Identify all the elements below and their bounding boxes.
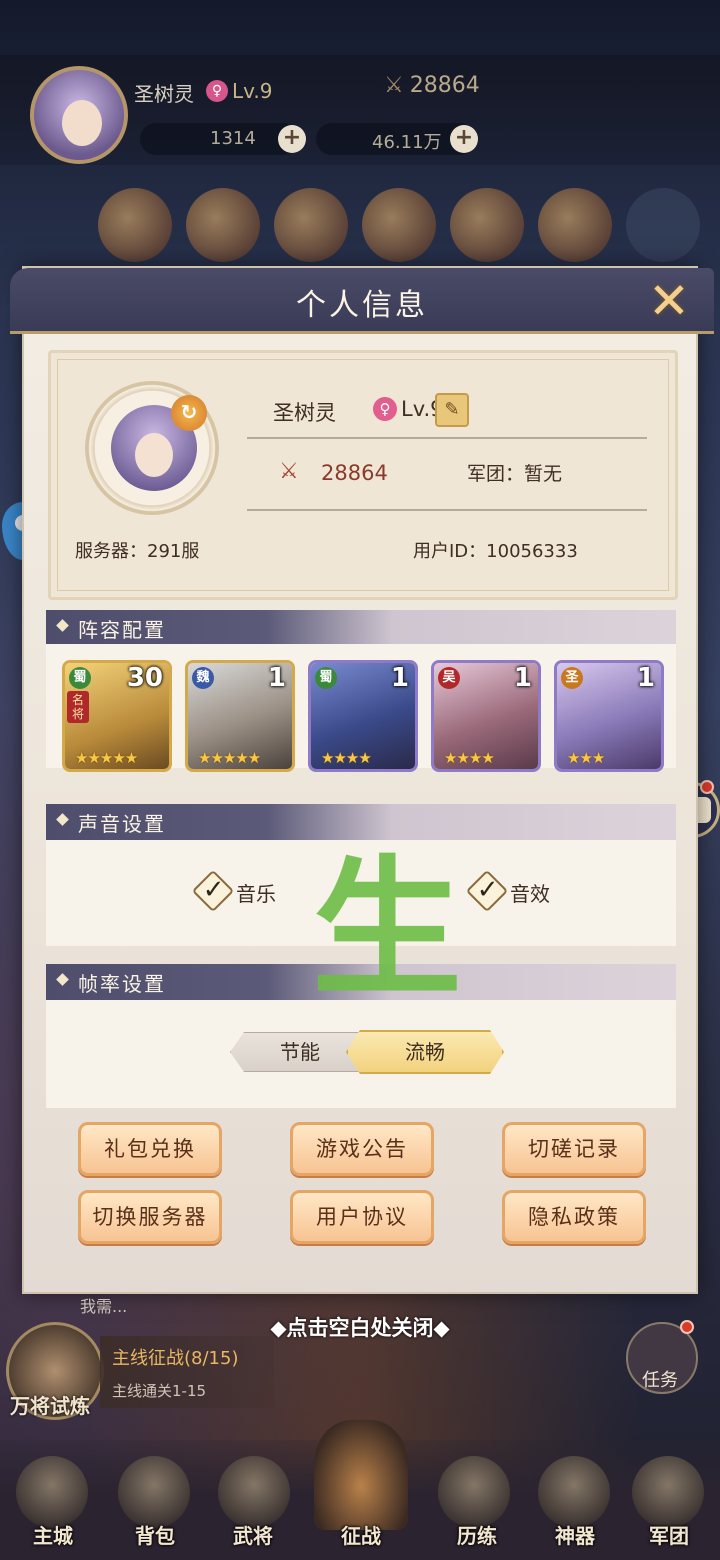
faction-badge: 圣 [561,667,583,689]
hero-card[interactable]: 蜀 名将 30 ★★★★★ [62,660,172,772]
lineup-section-header: 阵容配置 [46,610,676,646]
hero-card[interactable]: 蜀 1 ★★★★ [308,660,418,772]
watermark: 生 [312,841,463,1017]
section-title: 声音设置 [78,812,166,836]
duel-record-button[interactable]: 切磋记录 [502,1122,646,1176]
chat-preview[interactable]: 我需... [80,1293,127,1317]
profile-avatar-frame[interactable]: ↻ [85,381,219,515]
faction-badge: 蜀 [315,667,337,689]
event-icon[interactable] [538,188,612,262]
announcement-button[interactable]: 游戏公告 [290,1122,434,1176]
quest-subtitle: 主线通关1-15 [112,1382,207,1400]
faction-badge: 蜀 [69,667,91,689]
hero-level: 1 [390,663,409,693]
event-icon-row [98,188,700,268]
privacy-policy-button[interactable]: 隐私政策 [502,1190,646,1244]
hero-card[interactable]: 魏 1 ★★★★★ [185,660,295,772]
star-rating: ★★★★★ [75,749,138,767]
modal-title: 个人信息 [296,288,428,323]
faction-badge: 吴 [438,667,460,689]
event-icon[interactable] [450,188,524,262]
female-icon: ♀ [373,397,397,421]
quest-title: 主线征战(8/15) [112,1348,239,1369]
crossed-swords-icon: ⚔ [384,73,404,98]
nav-bag[interactable]: 背包 [110,1520,200,1549]
star-rating: ★★★ [567,749,605,767]
music-label: 音乐 [236,882,276,906]
combat-power: ⚔ 28864 [384,73,480,98]
add-gold-button[interactable]: + [278,125,306,153]
hero-level: 30 [126,663,163,693]
gold-amount: 1314 [210,128,256,149]
nav-legion[interactable]: 军团 [624,1520,714,1549]
player-level: Lv.9 [232,79,273,103]
silver-amount: 46.11万 [372,132,442,153]
campaign-icon[interactable] [314,1420,408,1530]
sound-section-header: 声音设置 [46,804,676,840]
hero-tag: 名将 [67,691,89,723]
divider [247,437,647,439]
fps-option-smooth[interactable]: 流畅 [346,1030,504,1074]
profile-card: ↻ 圣树灵 ♀ Lv.9 ✎ ⚔ 28864 军团：暂无 服务器：291服 用户… [48,350,678,600]
nav-training[interactable]: 历练 [432,1520,522,1549]
hero-level: 1 [267,663,286,693]
legion-lock-icon[interactable] [632,1456,704,1528]
trial-label[interactable]: 万将试炼 [10,1390,90,1419]
player-avatar[interactable] [30,66,128,164]
star-rating: ★★★★ [321,749,372,767]
divider [247,509,647,511]
sfx-checkbox[interactable]: ✓ [465,869,509,913]
nav-artifact[interactable]: 神器 [530,1520,620,1549]
profile-name: 圣树灵 [273,401,336,425]
section-title: 阵容配置 [78,618,166,642]
notification-dot [680,1320,694,1334]
star-rating: ★★★★★ [198,749,261,767]
nav-campaign[interactable]: 征战 [316,1520,406,1549]
hero-card[interactable]: 吴 1 ★★★★ [431,660,541,772]
gift-code-button[interactable]: 礼包兑换 [78,1122,222,1176]
training-icon[interactable] [438,1456,510,1528]
event-icon[interactable] [186,188,260,262]
section-title: 帧率设置 [78,972,166,996]
nav-heroes[interactable]: 武将 [208,1520,298,1549]
event-icon[interactable] [98,188,172,262]
profile-modal: 个人信息 ✕ ↻ 圣树灵 ♀ Lv.9 ✎ ⚔ 28864 军团：暂无 服务器：… [10,266,714,1294]
hero-level: 1 [513,663,532,693]
star-rating: ★★★★ [444,749,495,767]
profile-power: 28864 [321,461,388,485]
close-icon[interactable]: ✕ [642,276,696,330]
faction-badge: 魏 [192,667,214,689]
hero-icon[interactable] [218,1456,290,1528]
switch-server-button[interactable]: 切换服务器 [78,1190,222,1244]
hero-card[interactable]: 圣 1 ★★★ [554,660,664,772]
profile-server: 服务器：291服 [75,541,200,562]
music-checkbox[interactable]: ✓ [191,869,235,913]
city-icon[interactable] [16,1456,88,1528]
notification-dot [700,780,714,794]
bag-icon[interactable] [118,1456,190,1528]
crossed-swords-icon: ⚔ [279,459,299,484]
switch-avatar-icon[interactable]: ↻ [171,395,207,431]
female-icon: ♀ [206,80,228,102]
nav-main-city[interactable]: 主城 [8,1520,98,1549]
sfx-label: 音效 [510,882,550,906]
profile-user-id: 用户ID：10056333 [413,541,578,562]
lineup-panel: 蜀 名将 30 ★★★★★ 魏 1 ★★★★★ 蜀 1 ★★★★ 吴 1 ★★★… [46,644,676,772]
artifact-lock-icon[interactable] [538,1456,610,1528]
add-silver-button[interactable]: + [450,125,478,153]
event-icon[interactable] [274,188,348,262]
task-label[interactable]: 任务 [642,1366,678,1392]
player-name: 圣树灵 [134,82,194,106]
menu-flower-icon[interactable] [626,188,700,262]
user-agreement-button[interactable]: 用户协议 [290,1190,434,1244]
profile-legion: 军团：暂无 [467,463,563,485]
event-icon[interactable] [362,188,436,262]
hero-level: 1 [636,663,655,693]
edit-name-button[interactable]: ✎ [435,393,469,427]
